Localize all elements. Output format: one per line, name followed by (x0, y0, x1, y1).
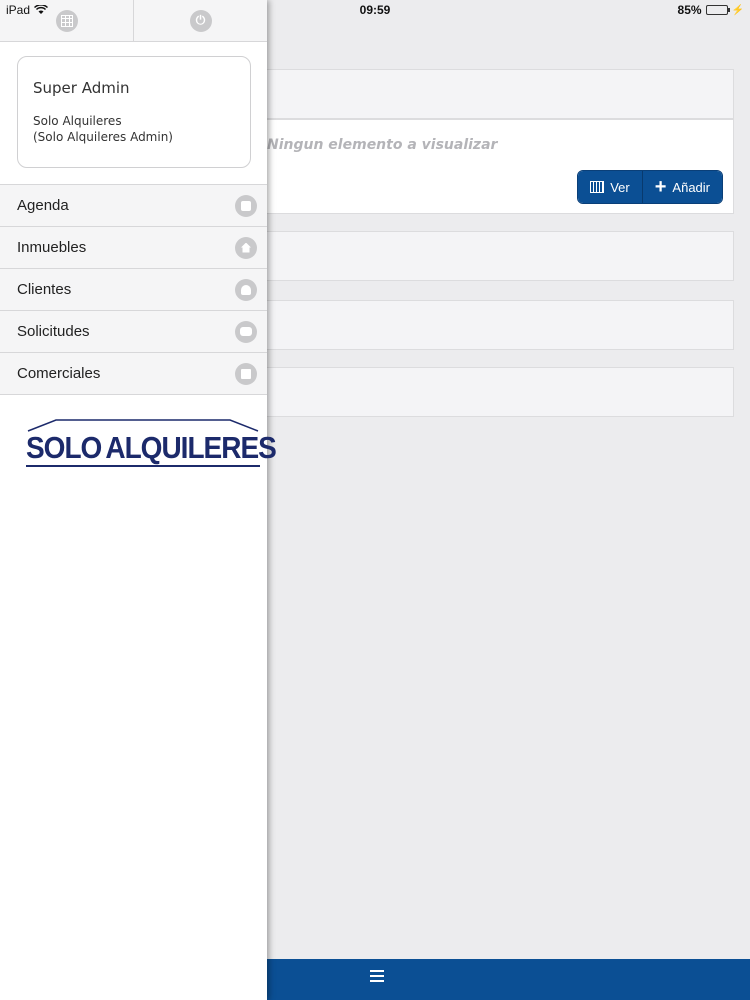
menu-item-label: Agenda (17, 197, 69, 214)
user-organization: Solo Alquileres (33, 114, 122, 128)
logo-text-right: ALQUILERES (105, 430, 276, 465)
clock: 09:59 (359, 3, 391, 17)
menu-item-label: Solicitudes (17, 323, 90, 340)
menu-item-inmuebles[interactable]: Inmuebles (0, 227, 267, 269)
calendar-icon (235, 194, 257, 217)
logo-underline (26, 465, 260, 467)
menu-item-clientes[interactable]: Clientes (0, 269, 267, 311)
section-body: Ningun elemento a visualizar Ver + Añadi… (267, 119, 734, 214)
main-content: Ningun elemento a visualizar Ver + Añadi… (267, 0, 750, 1000)
section-header[interactable] (267, 367, 734, 417)
drawer-menu: Agenda Inmuebles Clientes Solicitudes Co… (0, 184, 267, 395)
section-header[interactable] (267, 300, 734, 350)
house-icon (235, 236, 257, 259)
side-drawer: ⏻ Super Admin Solo Alquileres (Solo Alqu… (0, 0, 277, 1000)
calendar-icon (590, 181, 605, 193)
menu-item-label: Inmuebles (17, 239, 87, 256)
user-name: Super Admin (33, 79, 130, 97)
menu-item-comerciales[interactable]: Comerciales (0, 353, 267, 395)
empty-message: Ningun elemento a visualizar (267, 137, 498, 153)
user-card: Super Admin Solo Alquileres (Solo Alquil… (17, 56, 251, 168)
view-button[interactable]: Ver (578, 171, 642, 203)
section-header[interactable] (267, 231, 734, 281)
add-button-label: Añadir (672, 179, 710, 195)
bottom-toolbar (267, 959, 750, 1000)
add-button[interactable]: + Añadir (641, 171, 722, 203)
menu-item-label: Comerciales (17, 365, 101, 382)
battery-percent: 85% (677, 3, 702, 17)
battery-icon (705, 5, 730, 15)
action-button-group: Ver + Añadir (577, 170, 723, 204)
chat-icon (235, 320, 257, 343)
menu-item-label: Clientes (17, 281, 72, 298)
menu-item-solicitudes[interactable]: Solicitudes (0, 311, 267, 353)
plus-icon: + (654, 176, 667, 198)
status-bar: iPad 09:59 85% ⚡ (0, 0, 750, 20)
company-logo: SOLO ALQUILERES (26, 418, 277, 472)
menu-item-agenda[interactable]: Agenda (0, 185, 267, 227)
section-header[interactable] (267, 69, 734, 119)
hamburger-menu-icon[interactable] (370, 970, 384, 982)
logo-text-left: SOLO (26, 430, 102, 465)
charging-icon: ⚡ (731, 4, 744, 16)
user-role: (Solo Alquileres Admin) (33, 130, 173, 144)
person-icon (235, 278, 257, 301)
briefcase-icon (235, 362, 257, 385)
view-button-label: Ver (610, 179, 630, 195)
